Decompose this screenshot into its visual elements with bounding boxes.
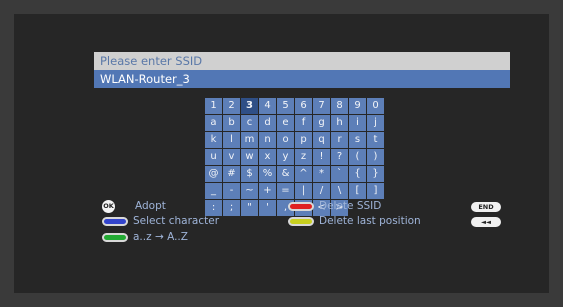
keyboard-key[interactable]: 5 [277,98,294,114]
keyboard-key[interactable]: l [223,132,240,148]
keyboard-key[interactable]: " [241,200,258,216]
keyboard-key[interactable]: = [277,183,294,199]
keyboard-key[interactable]: m [241,132,258,148]
legend-yellow-label: Delete last position [319,215,421,227]
keyboard-key[interactable]: ] [367,183,384,199]
keyboard-key[interactable]: j [367,115,384,131]
keyboard-key[interactable]: n [259,132,276,148]
keyboard-key[interactable]: o [277,132,294,148]
keyboard-key[interactable]: _ [205,183,222,199]
keyboard-key[interactable]: r [331,132,348,148]
keyboard-key[interactable]: ~ [241,183,258,199]
legend-blue-label: Select character [133,215,220,227]
keyboard-key[interactable]: 8 [331,98,348,114]
tv-frame: Please enter SSID WLAN-Router_3 12345678… [14,14,549,293]
keyboard-key[interactable]: # [223,166,240,182]
keyboard-key[interactable]: ) [367,149,384,165]
keyboard-key[interactable]: ` [331,166,348,182]
keyboard-key[interactable]: 3 [241,98,258,114]
keyboard-key[interactable]: / [313,183,330,199]
keyboard-key[interactable]: f [295,115,312,131]
keyboard-key[interactable]: c [241,115,258,131]
keyboard-key[interactable]: w [241,149,258,165]
keyboard-key[interactable]: { [349,166,366,182]
end-key-icon: END [471,202,501,212]
keyboard-key[interactable]: u [205,149,222,165]
keyboard-key[interactable]: b [223,115,240,131]
keyboard-key[interactable]: & [277,166,294,182]
legend-ok: OK Adopt [102,199,166,213]
keyboard-key[interactable]: g [313,115,330,131]
keyboard-key[interactable]: t [367,132,384,148]
keyboard-key[interactable]: q [313,132,330,148]
keyboard-key[interactable]: i [349,115,366,131]
keyboard-key[interactable]: 9 [349,98,366,114]
keyboard-key[interactable]: v [223,149,240,165]
yellow-key-icon [288,216,314,226]
keyboard-key[interactable]: ^ [295,166,312,182]
rewind-key-icon: ◄◄ [471,217,501,227]
keyboard-key[interactable]: } [367,166,384,182]
red-key-icon [288,201,314,211]
green-key-icon [102,232,128,242]
keyboard-key[interactable]: - [223,183,240,199]
legend-blue: Select character [102,214,219,228]
keyboard-key[interactable]: | [295,183,312,199]
keyboard-key[interactable]: y [277,149,294,165]
keyboard-key[interactable]: s [349,132,366,148]
keyboard-key[interactable]: * [313,166,330,182]
legend-ok-label: Adopt [135,200,166,212]
keyboard-key[interactable]: 7 [313,98,330,114]
legend-yellow: Delete last position [288,214,421,228]
keyboard-key[interactable]: ( [349,149,366,165]
keyboard-key[interactable]: @ [205,166,222,182]
keyboard-key[interactable]: ? [331,149,348,165]
keyboard-key[interactable]: $ [241,166,258,182]
ssid-prompt: Please enter SSID [94,52,510,70]
keyboard-key[interactable]: k [205,132,222,148]
keyboard-key[interactable]: 1 [205,98,222,114]
legend-red-label: Delete SSID [319,200,382,212]
ssid-entry-dialog: Please enter SSID WLAN-Router_3 12345678… [94,52,510,284]
ok-button-icon: OK [102,199,115,213]
keyboard-key[interactable]: a [205,115,222,131]
keyboard-key[interactable]: % [259,166,276,182]
keyboard-key[interactable]: e [277,115,294,131]
keyboard-key[interactable]: 4 [259,98,276,114]
legend-green-label: a..z → A..Z [133,231,188,243]
blue-key-icon [102,216,128,226]
keyboard-key[interactable]: z [295,149,312,165]
keyboard-key[interactable]: + [259,183,276,199]
keyboard-key[interactable]: 0 [367,98,384,114]
keyboard-key[interactable]: d [259,115,276,131]
keyboard-key[interactable]: ! [313,149,330,165]
ssid-input-field[interactable]: WLAN-Router_3 [94,70,510,88]
legend-red: Delete SSID [288,199,381,213]
legend-green: a..z → A..Z [102,230,188,244]
keyboard-key[interactable]: p [295,132,312,148]
keyboard-key[interactable]: h [331,115,348,131]
keyboard-key[interactable]: \ [331,183,348,199]
keyboard-key[interactable]: ; [223,200,240,216]
keyboard-key[interactable]: x [259,149,276,165]
keyboard-key[interactable]: [ [349,183,366,199]
keyboard-key[interactable]: 2 [223,98,240,114]
keyboard-key[interactable]: ' [259,200,276,216]
keyboard-key[interactable]: 6 [295,98,312,114]
